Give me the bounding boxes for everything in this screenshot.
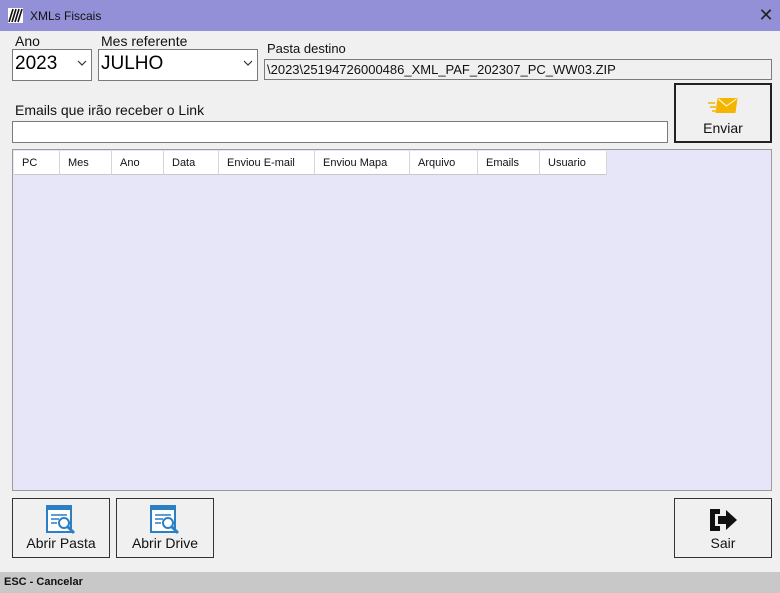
- col-header[interactable]: Ano: [112, 151, 164, 175]
- col-header[interactable]: Mes: [60, 151, 112, 175]
- col-header[interactable]: Emails: [478, 151, 540, 175]
- data-grid[interactable]: PC Mes Ano Data Enviou E-mail Enviou Map…: [12, 149, 772, 491]
- abrir-pasta-button[interactable]: Abrir Pasta: [12, 498, 110, 558]
- abrir-drive-label: Abrir Drive: [131, 535, 199, 551]
- status-text: ESC - Cancelar: [4, 576, 83, 588]
- title-bar: XMLs Fiscais ✕: [0, 0, 780, 31]
- document-search-icon: [46, 505, 76, 535]
- col-header[interactable]: Usuario: [540, 151, 607, 175]
- sair-label: Sair: [710, 535, 736, 551]
- pasta-label: Pasta destino: [267, 41, 346, 56]
- abrir-drive-button[interactable]: Abrir Drive: [116, 498, 214, 558]
- col-header[interactable]: Enviou E-mail: [219, 151, 315, 175]
- col-header[interactable]: PC: [14, 151, 60, 175]
- emails-input[interactable]: [12, 121, 668, 143]
- chevron-down-icon: [77, 60, 87, 66]
- window-title: XMLs Fiscais: [30, 9, 102, 23]
- document-search-icon: [150, 505, 180, 535]
- abrir-pasta-label: Abrir Pasta: [26, 535, 96, 551]
- mes-label: Mes referente: [101, 33, 188, 49]
- close-button[interactable]: ✕: [752, 0, 780, 31]
- col-header[interactable]: Enviou Mapa: [315, 151, 410, 175]
- grid-header: PC Mes Ano Data Enviou E-mail Enviou Map…: [14, 151, 607, 175]
- exit-arrow-icon: [710, 509, 737, 531]
- ano-value: 2023: [15, 53, 58, 74]
- sair-button[interactable]: Sair: [674, 498, 772, 558]
- emails-label: Emails que irão receber o Link: [15, 102, 205, 118]
- envelope-fast-icon: [708, 98, 738, 113]
- col-header[interactable]: Arquivo: [410, 151, 478, 175]
- enviar-label: Enviar: [703, 120, 743, 136]
- status-bar: ESC - Cancelar: [0, 572, 780, 593]
- pasta-destino-field[interactable]: \2023\25194726000486_XML_PAF_202307_PC_W…: [264, 59, 772, 80]
- mes-value: JULHO: [101, 53, 164, 74]
- col-header[interactable]: Data: [164, 151, 219, 175]
- mes-select[interactable]: JULHO: [98, 49, 258, 81]
- chevron-down-icon: [243, 60, 253, 66]
- ano-select[interactable]: 2023: [12, 49, 92, 81]
- enviar-button[interactable]: Enviar: [674, 83, 772, 143]
- ano-label: Ano: [15, 33, 40, 49]
- zebra-icon: [8, 8, 23, 23]
